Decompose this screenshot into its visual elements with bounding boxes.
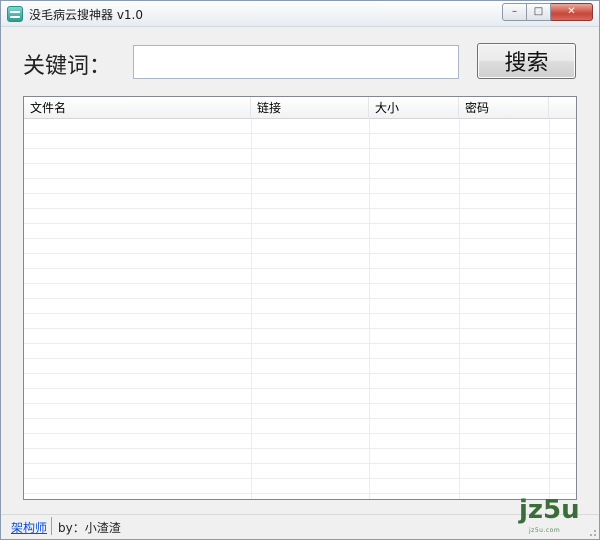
results-list[interactable]: 文件名 链接 大小 密码: [23, 96, 577, 500]
table-row: [24, 239, 576, 254]
table-row: [24, 389, 576, 404]
close-button[interactable]: ✕: [551, 3, 593, 21]
column-header-link[interactable]: 链接: [251, 97, 369, 119]
table-row: [24, 179, 576, 194]
table-row: [24, 134, 576, 149]
close-icon: ✕: [567, 6, 576, 17]
app-logo-icon: [7, 6, 23, 22]
table-row: [24, 194, 576, 209]
app-window: 没毛病云搜神器 v1.0 – □ ✕ 关键词： 搜索 文件名 链接 大小 密码 …: [0, 0, 600, 540]
table-row: [24, 329, 576, 344]
minimize-button[interactable]: –: [502, 3, 527, 21]
column-gridline: [251, 119, 252, 499]
table-row: [24, 209, 576, 224]
table-row: [24, 419, 576, 434]
watermark-text: jz5u: [519, 495, 580, 525]
status-divider: [51, 517, 52, 535]
column-header-filler: [549, 97, 576, 119]
table-row: [24, 164, 576, 179]
column-header-size[interactable]: 大小: [369, 97, 459, 119]
table-row: [24, 434, 576, 449]
table-row: [24, 284, 576, 299]
table-row: [24, 404, 576, 419]
table-row: [24, 359, 576, 374]
title-bar[interactable]: 没毛病云搜神器 v1.0 – □ ✕: [1, 1, 599, 27]
minimize-icon: –: [512, 6, 517, 17]
column-header-password[interactable]: 密码: [459, 97, 549, 119]
table-row: [24, 224, 576, 239]
table-row: [24, 314, 576, 329]
window-title: 没毛病云搜神器 v1.0: [29, 8, 144, 22]
table-row: [24, 254, 576, 269]
column-gridline: [549, 119, 550, 499]
maximize-button[interactable]: □: [527, 3, 551, 21]
column-header-filename[interactable]: 文件名: [24, 97, 251, 119]
results-header: 文件名 链接 大小 密码: [24, 97, 576, 119]
table-row: [24, 344, 576, 359]
results-body: [24, 119, 576, 499]
keyword-label: 关键词：: [23, 54, 112, 79]
search-button[interactable]: 搜索: [477, 43, 576, 79]
window-controls: – □ ✕: [502, 3, 593, 21]
table-row: [24, 149, 576, 164]
table-row: [24, 374, 576, 389]
table-row: [24, 449, 576, 464]
watermark-subtext: jz5u.com: [529, 527, 561, 534]
table-row: [24, 464, 576, 479]
column-gridline: [369, 119, 370, 499]
resize-grip-icon[interactable]: [587, 527, 597, 537]
table-row: [24, 479, 576, 494]
table-row: [24, 299, 576, 314]
table-row: [24, 119, 576, 134]
site-watermark: jz5u jz5u.com: [499, 495, 599, 539]
credit-text: by：小渣渣: [58, 521, 121, 535]
architect-link[interactable]: 架构师: [11, 519, 47, 536]
maximize-icon: □: [533, 6, 544, 17]
column-gridline: [459, 119, 460, 499]
table-row: [24, 269, 576, 284]
keyword-input[interactable]: [133, 45, 459, 79]
